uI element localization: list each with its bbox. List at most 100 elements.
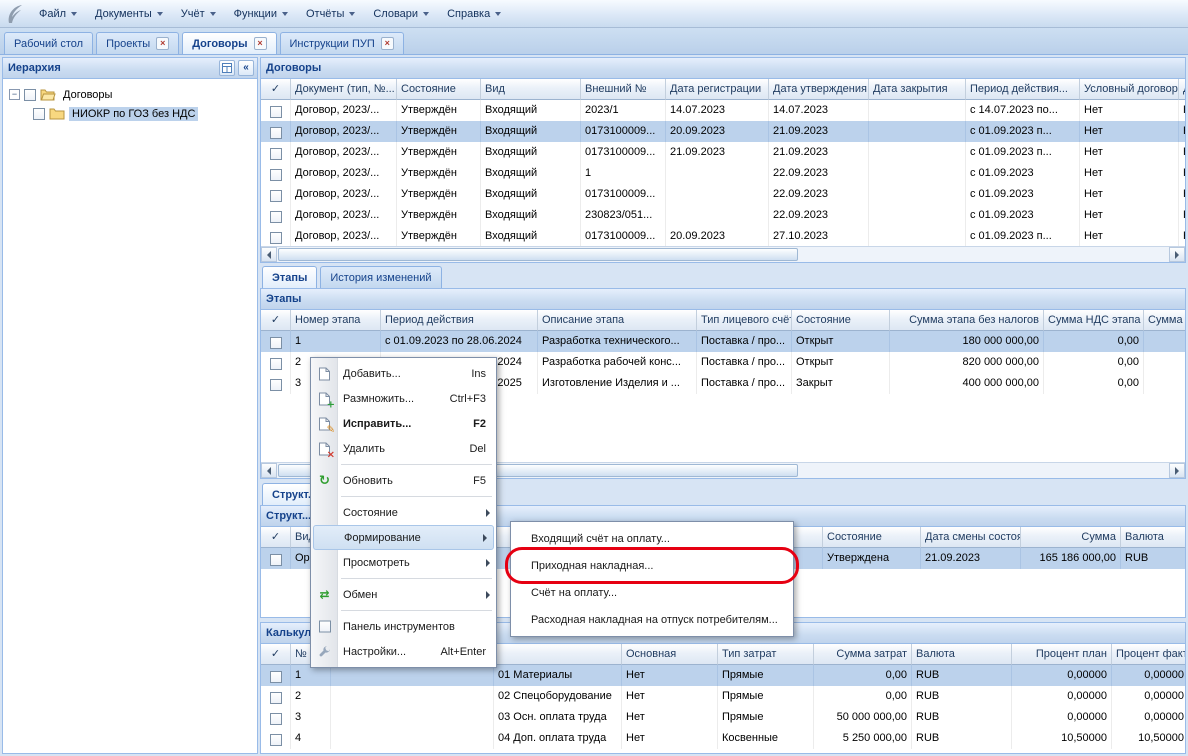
table-row[interactable]: 101 МатериалыНетПрямые0,00RUB0,000000,00… [261, 665, 1185, 686]
column-header[interactable]: Состояние [397, 79, 481, 100]
column-header[interactable]: Сумма НДС этапа [1044, 310, 1144, 331]
column-header[interactable]: Состояние [823, 527, 921, 548]
column-header[interactable]: Сумма э... [1144, 310, 1185, 331]
row-checkbox[interactable] [270, 148, 282, 160]
column-header[interactable]: Дата утверждения [769, 79, 869, 100]
close-icon[interactable]: × [381, 37, 394, 50]
column-header[interactable]: Процент план [1012, 644, 1112, 665]
column-header[interactable]: Вид [481, 79, 581, 100]
column-header[interactable]: Тип затрат [718, 644, 814, 665]
column-header[interactable]: Тип лицевого счёт [697, 310, 792, 331]
scroll-right-button[interactable] [1169, 463, 1185, 478]
column-header[interactable] [494, 644, 622, 665]
table-row[interactable]: 202 СпецоборудованиеНетПрямые0,00RUB0,00… [261, 686, 1185, 707]
tab[interactable]: Проекты× [96, 32, 179, 54]
column-header[interactable]: Процент факт [1112, 644, 1185, 665]
close-icon[interactable]: × [254, 37, 267, 50]
tree-item-child[interactable]: НИОКР по ГОЗ без НДС [3, 104, 257, 123]
row-checkbox[interactable] [270, 169, 282, 181]
tree-expander-icon[interactable]: − [9, 89, 20, 100]
column-header[interactable]: Дата регистрации [666, 79, 769, 100]
column-header[interactable]: Документ (тип, №... [291, 79, 397, 100]
column-header[interactable]: Номер этапа [291, 310, 381, 331]
scroll-right-button[interactable] [1169, 247, 1185, 262]
menu-item[interactable]: Счёт на оплату... [511, 579, 793, 606]
column-header[interactable]: До... [1179, 79, 1185, 100]
column-header[interactable]: Основная [622, 644, 718, 665]
column-header[interactable]: ✓ [261, 644, 291, 665]
table-row[interactable]: Договор, 2023/...УтверждёнВходящий017310… [261, 121, 1185, 142]
menu-item[interactable]: ✎Исправить...F2 [311, 411, 496, 436]
row-checkbox[interactable] [270, 232, 282, 244]
table-row[interactable]: Договор, 2023/...УтверждёнВходящий017310… [261, 142, 1185, 163]
column-header[interactable]: Сумма [1021, 527, 1121, 548]
view-grid-icon[interactable] [219, 60, 235, 76]
column-header[interactable]: Состояние [792, 310, 890, 331]
tree-item-label[interactable]: НИОКР по ГОЗ без НДС [69, 107, 198, 121]
row-checkbox[interactable] [270, 671, 282, 683]
menu-item[interactable]: Состояние [311, 500, 496, 525]
row-checkbox[interactable] [270, 554, 282, 566]
menu-item[interactable]: Приходная накладная... [511, 552, 793, 579]
scroll-left-button[interactable] [261, 247, 277, 262]
menu-item[interactable]: Расходная накладная на отпуск потребител… [511, 606, 793, 633]
tab[interactable]: История изменений [320, 266, 441, 288]
column-header[interactable]: Период действия... [966, 79, 1080, 100]
row-checkbox[interactable] [270, 358, 282, 370]
column-header[interactable]: Валюта [1121, 527, 1185, 548]
row-checkbox[interactable] [270, 211, 282, 223]
row-checkbox[interactable] [270, 106, 282, 118]
row-checkbox[interactable] [270, 190, 282, 202]
table-row[interactable]: Договор, 2023/...УтверждёнВходящий017310… [261, 226, 1185, 246]
scrollbar-thumb[interactable] [278, 248, 798, 261]
table-row[interactable]: Договор, 2023/...УтверждёнВходящий2023/1… [261, 100, 1185, 121]
collapse-panel-button[interactable]: « [238, 60, 254, 76]
tree-checkbox[interactable] [33, 108, 45, 120]
row-checkbox[interactable] [270, 379, 282, 391]
column-header[interactable]: Дата смены состоя... [921, 527, 1021, 548]
menu-item[interactable]: Настройки...Alt+Enter [311, 639, 496, 664]
menubar-item[interactable]: Функции [225, 4, 297, 24]
tree-item-root[interactable]: − Договоры [3, 85, 257, 104]
menubar-item[interactable]: Документы [86, 4, 172, 24]
column-header[interactable]: ✓ [261, 310, 291, 331]
column-header[interactable]: Период действия [381, 310, 538, 331]
table-row[interactable]: Договор, 2023/...УтверждёнВходящий017310… [261, 184, 1185, 205]
table-row[interactable]: 303 Осн. оплата трудаНетПрямые50 000 000… [261, 707, 1185, 728]
scroll-left-button[interactable] [261, 463, 277, 478]
menu-item[interactable]: ↻ОбновитьF5 [311, 468, 496, 493]
table-row[interactable]: Договор, 2023/...УтверждёнВходящий230823… [261, 205, 1185, 226]
column-header[interactable]: Внешний № [581, 79, 666, 100]
column-header[interactable]: ✓ [261, 527, 291, 548]
tab[interactable]: Инструкции ПУП× [280, 32, 404, 54]
table-row[interactable]: Договор, 2023/...УтверждёнВходящий122.09… [261, 163, 1185, 184]
menu-item[interactable]: ⇄Обмен [311, 582, 496, 607]
row-checkbox[interactable] [270, 734, 282, 746]
menu-item[interactable]: Просмотреть [311, 550, 496, 575]
column-header[interactable]: Условный договор [1080, 79, 1179, 100]
column-header[interactable]: Валюта [912, 644, 1012, 665]
menu-item[interactable]: Формирование [313, 525, 494, 550]
menu-item[interactable]: Входящий счёт на оплату... [511, 525, 793, 552]
row-checkbox[interactable] [270, 713, 282, 725]
menubar-item[interactable]: Учёт [172, 4, 225, 24]
table-row[interactable]: 404 Доп. оплата трудаНетКосвенные5 250 0… [261, 728, 1185, 749]
table-row[interactable]: 1с 01.09.2023 по 28.06.2024Разработка те… [261, 331, 1185, 352]
row-checkbox[interactable] [270, 692, 282, 704]
column-header[interactable]: Сумма затрат [814, 644, 912, 665]
menubar-item[interactable]: Файл [30, 4, 86, 24]
column-header[interactable]: Описание этапа [538, 310, 697, 331]
menu-item[interactable]: Добавить...Ins [311, 361, 496, 386]
tree-item-label[interactable]: Договоры [60, 88, 115, 102]
tab[interactable]: Этапы [262, 266, 317, 288]
row-checkbox[interactable] [270, 127, 282, 139]
close-icon[interactable]: × [156, 37, 169, 50]
menu-item[interactable]: ×УдалитьDel [311, 436, 496, 461]
tab[interactable]: Рабочий стол [4, 32, 93, 54]
column-header[interactable]: Дата закрытия [869, 79, 966, 100]
row-checkbox[interactable] [270, 337, 282, 349]
menu-item[interactable]: +Размножить...Ctrl+F3 [311, 386, 496, 411]
menubar-item[interactable]: Справка [438, 4, 510, 24]
tab[interactable]: Договоры× [182, 32, 276, 54]
tree-checkbox[interactable] [24, 89, 36, 101]
